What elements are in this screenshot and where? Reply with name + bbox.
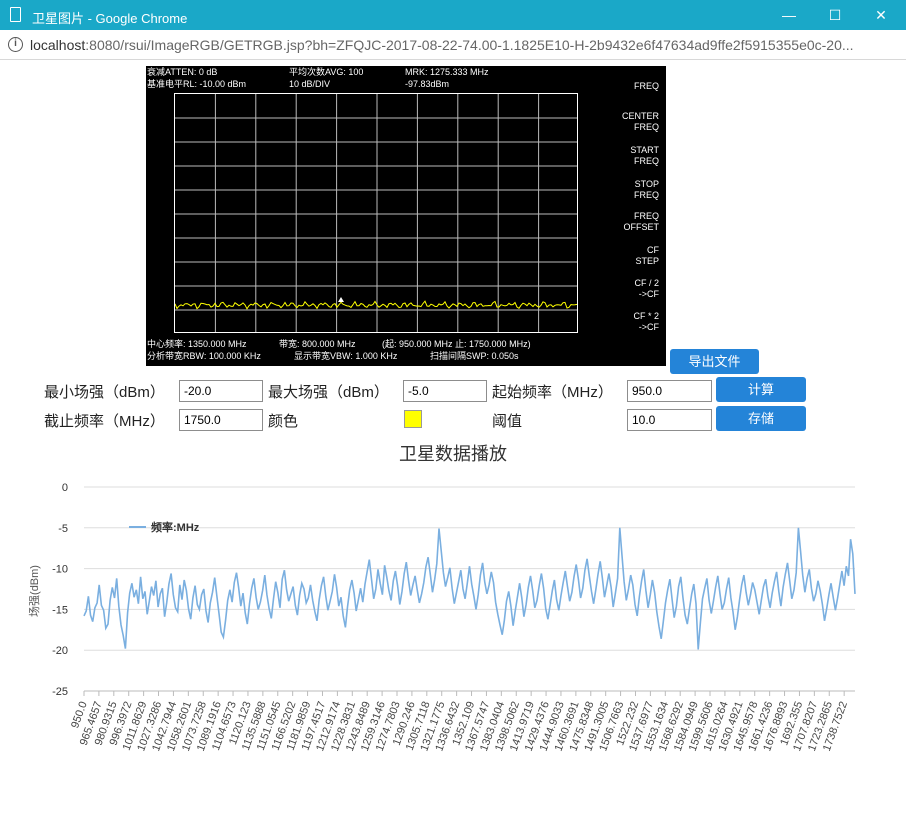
window-title: 卫星图片 - Google Chrome (32, 11, 188, 26)
address-bar[interactable]: i localhost:8080/rsui/ImageRGB/GETRGB.js… (0, 30, 906, 60)
avg-text: 平均次数AVG: 100 (289, 67, 364, 77)
marker-freq-text: MRK: 1275.333 MHz (405, 67, 489, 77)
softkey-label: START FREQ (630, 145, 659, 166)
url-path: :8080/rsui/ImageRGB/GETRGB.jsp?bh=ZFQJC-… (85, 37, 854, 53)
save-button[interactable]: 存储 (716, 406, 806, 431)
chart-legend[interactable]: 频率:MHz (129, 520, 200, 534)
page-document-icon (10, 7, 21, 22)
analyzer-grid (174, 93, 578, 333)
marker-level-text: -97.83dBm (405, 79, 450, 89)
threshold-input[interactable] (627, 409, 712, 431)
y-axis-label: 场强(dBm) (27, 565, 41, 617)
softkey-label: CF * 2 ->CF (633, 311, 659, 332)
stop-freq-input[interactable] (179, 409, 263, 431)
ref-level-text: 基准电平RL: -10.00 dBm (147, 79, 247, 89)
url-text[interactable]: localhost:8080/rsui/ImageRGB/GETRGB.jsp?… (30, 37, 900, 53)
calculate-button[interactable]: 计算 (716, 377, 806, 402)
marker-icon (338, 297, 344, 302)
y-tick-label: -10 (52, 564, 68, 576)
swp-text: 扫描间隔SWP: 0.050s (430, 351, 519, 361)
softkey-label: CENTER FREQ (621, 111, 659, 132)
y-tick-label: 0 (62, 482, 68, 494)
rbw-text: 分析带宽RBW: 100.000 KHz (147, 351, 261, 361)
export-file-button[interactable]: 导出文件 (670, 349, 759, 374)
div-text: 10 dB/DIV (289, 79, 331, 89)
max-field-label: 最大场强（dBm） (268, 384, 389, 401)
vbw-text: 显示带宽VBW: 1.000 KHz (294, 351, 398, 361)
start-freq-input[interactable] (627, 380, 712, 402)
max-field-input[interactable] (403, 380, 487, 402)
softkey-label: FREQ OFFSET (623, 211, 660, 232)
window-titlebar: 卫星图片 - Google Chrome — ☐ ✕ (0, 0, 906, 30)
span-text: 带宽: 800.000 MHz (279, 339, 356, 349)
stop-freq-label: 截止频率（MHz） (44, 413, 165, 430)
y-tick-label: -5 (58, 523, 68, 535)
color-label: 颜色 (268, 413, 299, 430)
y-tick-label: -20 (52, 645, 68, 657)
atten-text: 衰减ATTEN: 0 dB (147, 67, 218, 77)
chart-canvas: 0-5-10-15-20-25 场强(dBm) 频率:MHz 950.0965.… (27, 482, 856, 753)
center-freq-text: 中心频率: 1350.000 MHz (147, 339, 247, 349)
minimize-button[interactable]: — (766, 0, 812, 30)
threshold-label: 阈值 (492, 413, 523, 430)
close-button[interactable]: ✕ (858, 0, 904, 30)
series-line (83, 527, 856, 650)
y-tick-label: -15 (52, 604, 68, 616)
softkey-label: STOP FREQ (633, 179, 659, 200)
start-stop-text: (起: 950.000 MHz 止: 1750.000 MHz) (382, 339, 531, 349)
softkey-label: FREQ (633, 81, 659, 91)
softkey-label: CF / 2 ->CF (634, 278, 659, 299)
min-field-input[interactable] (179, 380, 263, 402)
spectrum-analyzer-image: 衰减ATTEN: 0 dB 基准电平RL: -10.00 dBm 平均次数AVG… (146, 66, 666, 366)
y-tick-label: -25 (52, 686, 68, 698)
legend-label: 频率:MHz (151, 520, 200, 534)
softkey-label: CF STEP (635, 245, 659, 266)
site-info-icon[interactable]: i (8, 37, 23, 52)
maximize-button[interactable]: ☐ (812, 0, 858, 30)
signal-chart: 卫星数据播放 0 -5 -10 -15 -20 -25 场强(dBm) 频率:MHz 95… (0, 436, 906, 814)
min-field-label: 最小场强（dBm） (44, 384, 165, 401)
url-host: localhost (30, 37, 86, 53)
start-freq-label: 起始频率（MHz） (492, 384, 613, 401)
color-swatch[interactable] (404, 410, 422, 428)
